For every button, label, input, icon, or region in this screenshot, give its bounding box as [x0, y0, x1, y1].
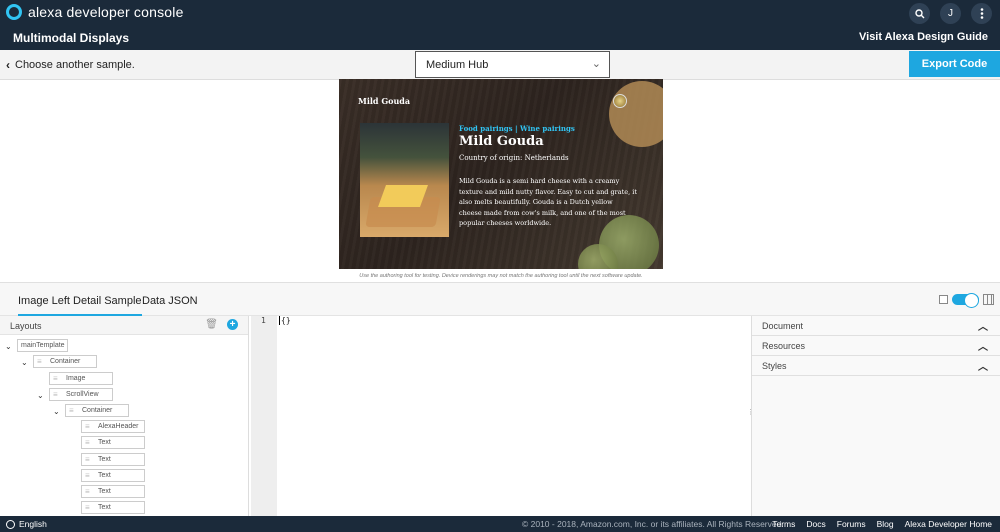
- footer: English © 2010 - 2018, Amazon.com, Inc. …: [0, 516, 1000, 532]
- columns-view-icon[interactable]: [983, 294, 994, 305]
- export-code-button[interactable]: Export Code: [909, 51, 1000, 77]
- device-header-title: Mild Gouda: [358, 96, 411, 106]
- device-select[interactable]: Medium Hub ⌄: [415, 51, 610, 78]
- tree-node[interactable]: Container: [33, 355, 97, 368]
- copyright: © 2010 - 2018, Amazon.com, Inc. or its a…: [522, 519, 784, 529]
- tree-node[interactable]: AlexaHeader: [81, 420, 145, 433]
- tree-node[interactable]: Image: [49, 372, 113, 385]
- language-label: English: [19, 519, 47, 529]
- layouts-panel: Layouts 🗑 + ⌄ mainTemplate ⌄ Container I…: [0, 316, 249, 516]
- editor-tabs: Image Left Detail Sample Data JSON: [0, 283, 1000, 316]
- footer-links: Terms Docs Forums Blog Alexa Developer H…: [772, 519, 992, 529]
- view-toggles: [939, 293, 994, 308]
- cheese-image: [360, 123, 449, 237]
- tree-node[interactable]: Text: [81, 436, 145, 449]
- section-resources[interactable]: Resources ︿: [752, 336, 1000, 356]
- back-label: Choose another sample.: [15, 59, 135, 71]
- search-icon[interactable]: [909, 3, 930, 24]
- chevron-down-icon[interactable]: ⌄: [37, 391, 44, 400]
- tree-node[interactable]: Text: [81, 501, 145, 514]
- chevron-up-icon[interactable]: ︿: [978, 358, 988, 373]
- section-title: Multimodal Displays: [13, 31, 130, 45]
- tree-node[interactable]: Container: [65, 404, 129, 417]
- footer-link-developer-home[interactable]: Alexa Developer Home: [905, 519, 992, 529]
- cheese-wedge: [377, 185, 429, 207]
- chevron-down-icon[interactable]: ⌄: [21, 358, 28, 367]
- tree-node[interactable]: Text: [81, 453, 145, 466]
- code-content: {}: [281, 316, 291, 325]
- chevron-left-icon: ‹: [6, 58, 10, 72]
- section-document[interactable]: Document ︿: [752, 316, 1000, 336]
- code-editor[interactable]: 1 {}: [251, 316, 750, 516]
- top-header: alexa developer console Multimodal Displ…: [0, 0, 1000, 50]
- language-selector[interactable]: English: [6, 519, 47, 529]
- section-styles[interactable]: Styles ︿: [752, 356, 1000, 376]
- line-number: 1: [261, 316, 266, 325]
- footer-link-forums[interactable]: Forums: [837, 519, 866, 529]
- tree-node[interactable]: Text: [81, 485, 145, 498]
- brand-title: alexa developer console: [28, 4, 184, 20]
- back-link[interactable]: ‹ Choose another sample.: [6, 58, 135, 72]
- device-category: Food pairings | Wine pairings: [459, 124, 575, 133]
- tree-node[interactable]: mainTemplate: [17, 339, 68, 352]
- text-cursor: [279, 316, 280, 325]
- device-origin: Country of origin: Netherlands: [459, 154, 569, 162]
- layouts-title: Layouts: [10, 321, 42, 331]
- chevron-up-icon[interactable]: ︿: [978, 338, 988, 353]
- tab-data-json[interactable]: Data JSON: [142, 295, 198, 307]
- section-label: Document: [762, 321, 804, 331]
- device-title: Mild Gouda: [459, 134, 544, 149]
- user-avatar[interactable]: J: [940, 3, 961, 24]
- section-label: Resources: [762, 341, 806, 351]
- trash-icon[interactable]: 🗑: [205, 319, 218, 330]
- code-line[interactable]: {}: [279, 316, 291, 325]
- globe-icon: [6, 519, 15, 529]
- header-logo-icon: [613, 94, 627, 108]
- line-gutter: 1: [251, 316, 277, 516]
- properties-panel: Document ︿ Resources ︿ Styles ︿: [751, 316, 1000, 516]
- chevron-up-icon[interactable]: ︿: [978, 318, 988, 333]
- alexa-logo-icon: [6, 4, 22, 20]
- view-toggle-switch[interactable]: [952, 293, 979, 308]
- tree-node[interactable]: Text: [81, 469, 145, 482]
- tab-image-left-detail-sample[interactable]: Image Left Detail Sample: [18, 295, 142, 316]
- single-view-icon[interactable]: [939, 295, 948, 304]
- chevron-down-icon[interactable]: ⌄: [53, 407, 60, 416]
- device-select-value: Medium Hub: [426, 59, 489, 71]
- device-preview: Mild Gouda Food pairings | Wine pairings…: [339, 79, 663, 269]
- header-actions: J: [909, 3, 992, 24]
- chevron-down-icon: ⌄: [591, 58, 601, 70]
- preview-disclaimer: Use the authoring tool for testing. Devi…: [359, 273, 643, 279]
- section-label: Styles: [762, 361, 787, 371]
- design-guide-link[interactable]: Visit Alexa Design Guide: [859, 31, 988, 43]
- device-description: Mild Gouda is a semi hard cheese with a …: [459, 177, 637, 228]
- tree-node[interactable]: ScrollView: [49, 388, 113, 401]
- chevron-down-icon[interactable]: ⌄: [5, 342, 12, 351]
- layouts-header: Layouts 🗑 +: [0, 316, 248, 335]
- add-icon[interactable]: +: [227, 319, 238, 330]
- footer-link-terms[interactable]: Terms: [772, 519, 795, 529]
- brand[interactable]: alexa developer console: [6, 4, 184, 20]
- footer-link-blog[interactable]: Blog: [877, 519, 894, 529]
- more-vertical-icon[interactable]: [971, 3, 992, 24]
- footer-link-docs[interactable]: Docs: [806, 519, 825, 529]
